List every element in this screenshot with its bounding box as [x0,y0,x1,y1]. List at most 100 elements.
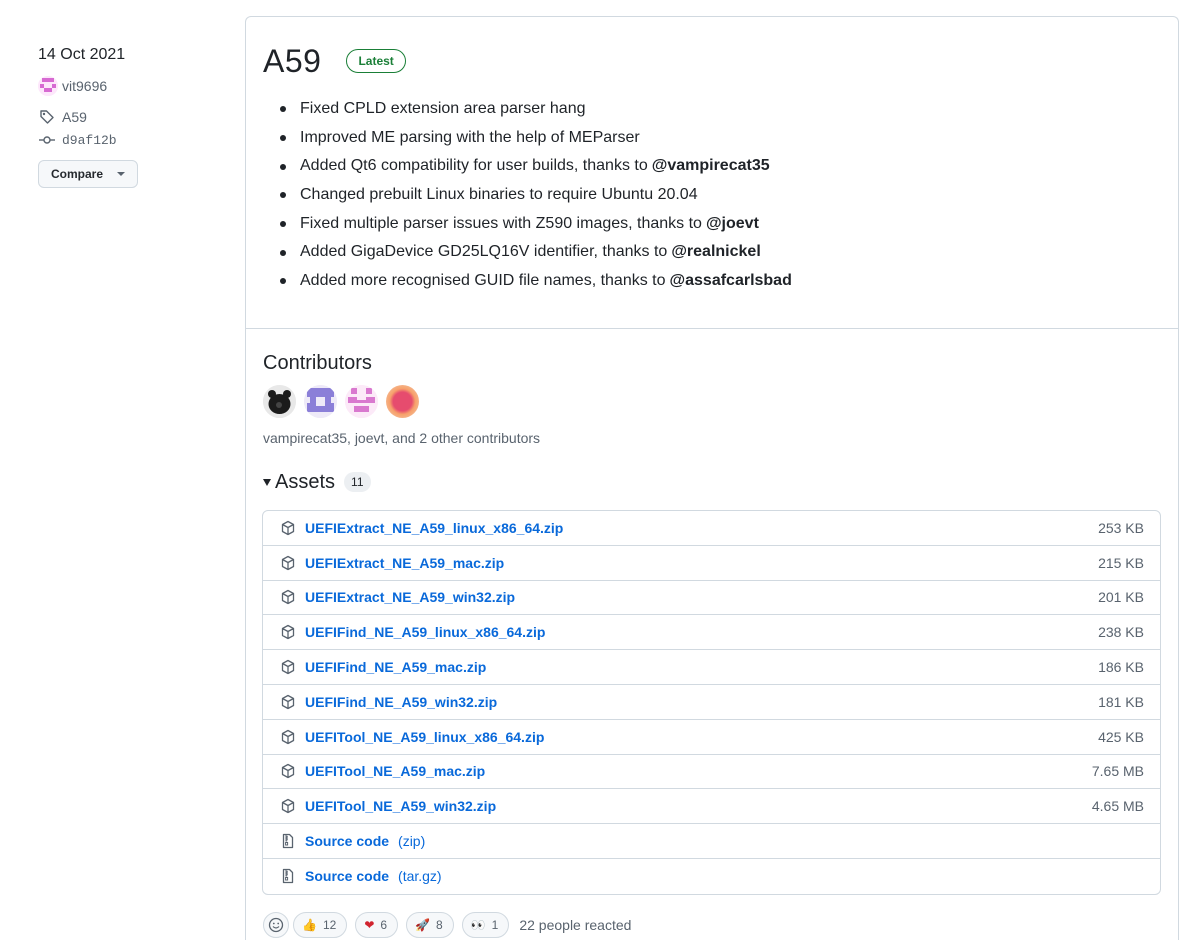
note-item: Added Qt6 compatibility for user builds,… [280,152,1162,181]
asset-link[interactable]: UEFIExtract_NE_A59_mac.zip [305,555,504,571]
asset-link[interactable]: UEFIFind_NE_A59_mac.zip [305,659,486,675]
contributor-avatar[interactable] [304,385,337,418]
package-icon [280,659,296,675]
user-mention[interactable]: @vampirecat35 [652,152,770,181]
commit-sha[interactable]: d9af12b [62,133,117,148]
package-icon [280,589,296,605]
release-title[interactable]: A59 [263,43,321,80]
assets-count: 11 [344,472,371,492]
asset-size: 181 KB [1098,693,1144,710]
compare-button[interactable]: Compare [38,160,139,188]
asset-row: UEFITool_NE_A59_linux_x86_64.zip 425 KB [263,720,1160,755]
asset-row: UEFIExtract_NE_A59_mac.zip 215 KB [263,546,1160,581]
reactions-summary: 22 people reacted [519,917,632,933]
heart-icon: ❤ [364,918,375,932]
reaction-count: 1 [491,918,499,932]
note-item: Added GigaDevice GD25LQ16V identifier, t… [280,238,1162,267]
contributors-heading: Contributors [263,352,372,374]
user-mention[interactable]: @joevt [706,210,759,239]
asset-size: 425 KB [1098,728,1144,745]
source-link[interactable]: Source code [305,868,389,884]
bullet [280,249,286,256]
reaction-rocket[interactable]: 🚀 8 [406,912,454,938]
note-text: Changed prebuilt Linux binaries to requi… [300,186,698,204]
note-item: Fixed multiple parser issues with Z590 i… [280,210,1162,239]
assets-list: UEFIExtract_NE_A59_linux_x86_64.zip 253 K… [262,510,1161,895]
source-format[interactable]: (tar.gz) [398,868,442,884]
asset-link[interactable]: UEFIExtract_NE_A59_win32.zip [305,589,515,605]
add-reaction-button[interactable] [263,912,289,938]
tag-name[interactable]: A59 [62,109,87,125]
file-zip-icon [280,833,296,849]
release-card: A59 Latest Fixed CPLD extension area par… [245,16,1179,940]
note-item: Changed prebuilt Linux binaries to requi… [280,181,1162,210]
package-icon [280,555,296,571]
asset-row: UEFIExtract_NE_A59_linux_x86_64.zip 253 K… [263,511,1160,546]
reaction-thumbs-up[interactable]: 👍 12 [293,912,348,938]
source-link[interactable]: Source code [305,833,389,849]
contributor-avatars [263,385,540,418]
asset-size: 201 KB [1098,589,1144,606]
asset-size: 253 KB [1098,519,1144,536]
asset-link[interactable]: UEFIFind_NE_A59_win32.zip [305,694,497,710]
eyes-icon: 👀 [470,918,486,932]
author-avatar[interactable] [38,76,58,96]
release-commit[interactable]: d9af12b [38,130,228,150]
assets-toggle[interactable]: Assets 11 [263,469,371,495]
source-row: Source code (zip) [263,824,1160,859]
contributors-section: Contributors vampirecat35, joevt, and 2 … [263,349,540,446]
compare-label: Compare [51,167,104,181]
release-author[interactable]: vit9696 [38,76,228,96]
bullet [280,163,286,170]
asset-link[interactable]: UEFIExtract_NE_A59_linux_x86_64.zip [305,520,563,536]
release-notes: Fixed CPLD extension area parser hang Im… [280,95,1162,296]
bullet [280,135,286,142]
bullet [280,106,286,113]
asset-row: UEFIFind_NE_A59_mac.zip 186 KB [263,650,1160,685]
author-name[interactable]: vit9696 [62,78,107,94]
release-tag[interactable]: A59 [38,107,228,127]
release-meta: 14 Oct 2021 vit9696 A59 d9af12b Compare [38,44,228,188]
source-format[interactable]: (zip) [398,833,425,849]
note-text: Improved ME parsing with the help of MEP… [300,128,640,146]
note-item: Improved ME parsing with the help of MEP… [280,124,1162,153]
note-text: Added Qt6 compatibility for user builds,… [300,157,648,175]
git-commit-icon [38,131,56,149]
asset-size: 215 KB [1098,554,1144,571]
asset-size: 186 KB [1098,659,1144,676]
tag-icon [38,108,56,126]
contributor-avatar[interactable] [386,385,419,418]
reaction-heart[interactable]: ❤ 6 [355,912,399,938]
note-text: Fixed multiple parser issues with Z590 i… [300,214,702,232]
asset-row: UEFIFind_NE_A59_win32.zip 181 KB [263,685,1160,720]
caret-down-icon [117,172,126,176]
reaction-count: 12 [322,918,337,932]
latest-badge: Latest [346,49,406,73]
contributor-avatar[interactable] [345,385,378,418]
asset-link[interactable]: UEFITool_NE_A59_mac.zip [305,763,485,779]
package-icon [280,520,296,536]
contributors-summary: vampirecat35, joevt, and 2 other contrib… [263,430,541,446]
bullet [280,278,286,285]
asset-size: 7.65 MB [1091,763,1144,780]
reaction-eyes[interactable]: 👀 1 [461,912,510,938]
asset-row: UEFITool_NE_A59_win32.zip 4.65 MB [263,789,1160,825]
asset-row: UEFITool_NE_A59_mac.zip 7.65 MB [263,755,1160,790]
reactions-bar: 👍 12 ❤ 6 🚀 8 👀 1 22 people reacted [263,912,631,938]
asset-link[interactable]: UEFITool_NE_A59_win32.zip [305,798,496,814]
release-header: A59 Latest Fixed CPLD extension area par… [246,17,1178,329]
asset-link[interactable]: UEFIFind_NE_A59_linux_x86_64.zip [305,624,545,640]
package-icon [280,763,296,779]
package-icon [280,729,296,745]
note-item: Fixed CPLD extension area parser hang [280,95,1162,124]
assets-heading: Assets [275,470,336,493]
rocket-icon: 🚀 [415,918,431,932]
user-mention[interactable]: @realnickel [671,238,760,267]
triangle-down-icon [263,478,271,486]
user-mention[interactable]: @assafcarlsbad [670,267,792,296]
note-text: Added more recognised GUID file names, t… [300,272,666,290]
reaction-count: 8 [436,918,443,932]
asset-link[interactable]: UEFITool_NE_A59_linux_x86_64.zip [305,729,544,745]
package-icon [280,798,296,814]
contributor-avatar[interactable] [263,385,296,418]
